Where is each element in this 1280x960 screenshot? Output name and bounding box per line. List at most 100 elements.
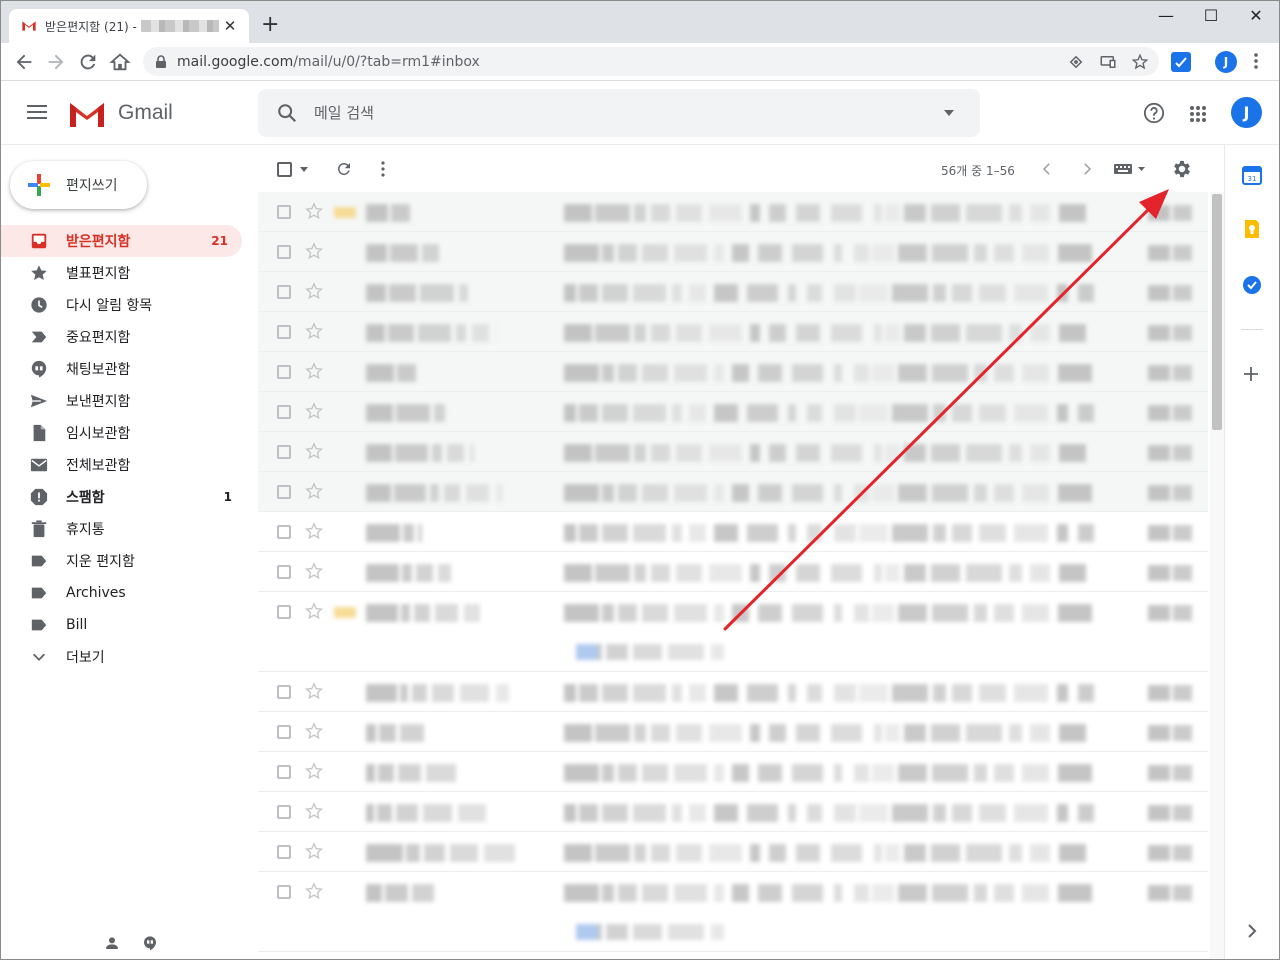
address-bar[interactable]: mail.google.com/mail/u/0/?tab=rm1#inbox: [143, 47, 1159, 76]
row-checkbox[interactable]: [277, 485, 291, 499]
nav-item-1[interactable]: 별표편지함: [1, 257, 246, 289]
row-importance-marker[interactable]: [334, 207, 356, 218]
row-star-icon[interactable]: [305, 322, 323, 340]
message-row[interactable]: [258, 832, 1208, 872]
row-star-icon[interactable]: [305, 682, 323, 700]
row-star-icon[interactable]: [305, 802, 323, 820]
account-avatar[interactable]: J: [1231, 97, 1262, 128]
row-checkbox[interactable]: [277, 285, 291, 299]
message-row[interactable]: [258, 272, 1208, 312]
contacts-person-icon[interactable]: [104, 935, 120, 951]
row-star-icon[interactable]: [305, 722, 323, 740]
home-icon[interactable]: [109, 51, 131, 73]
search-icon[interactable]: [276, 102, 298, 124]
row-checkbox[interactable]: [277, 205, 291, 219]
minimize-button[interactable]: —: [1143, 5, 1189, 27]
nav-item-4[interactable]: 채팅보관함: [1, 353, 246, 385]
message-row[interactable]: [258, 552, 1208, 592]
search-options-caret-icon[interactable]: [944, 110, 954, 116]
row-checkbox[interactable]: [277, 445, 291, 459]
row-star-icon[interactable]: [305, 442, 323, 460]
nav-item-10[interactable]: 지운 편지함: [1, 545, 246, 577]
maximize-button[interactable]: ☐: [1188, 5, 1234, 27]
cast-icon[interactable]: [1099, 53, 1117, 71]
nav-item-3[interactable]: 중요편지함: [1, 321, 246, 353]
calendar-icon[interactable]: 31: [1242, 165, 1262, 185]
message-row[interactable]: [258, 712, 1208, 752]
row-checkbox[interactable]: [277, 685, 291, 699]
row-star-icon[interactable]: [305, 242, 323, 260]
forward-arrow-icon[interactable]: [45, 51, 67, 73]
back-arrow-icon[interactable]: [13, 51, 35, 73]
row-checkbox[interactable]: [277, 605, 291, 619]
message-row[interactable]: [258, 792, 1208, 832]
row-star-icon[interactable]: [305, 842, 323, 860]
row-star-icon[interactable]: [305, 282, 323, 300]
row-checkbox[interactable]: [277, 725, 291, 739]
row-checkbox[interactable]: [277, 525, 291, 539]
get-addons-plus-icon[interactable]: [1242, 365, 1260, 383]
help-icon[interactable]: [1143, 102, 1165, 124]
row-checkbox[interactable]: [277, 805, 291, 819]
row-checkbox[interactable]: [277, 365, 291, 379]
nav-item-11[interactable]: Archives: [1, 577, 246, 609]
nav-item-12[interactable]: Bill: [1, 609, 246, 641]
site-controls-icon[interactable]: [1067, 53, 1085, 71]
reload-icon[interactable]: [77, 51, 99, 73]
message-row[interactable]: [258, 232, 1208, 272]
row-checkbox[interactable]: [277, 565, 291, 579]
row-star-icon[interactable]: [305, 482, 323, 500]
more-options-icon[interactable]: [380, 161, 386, 177]
search-input[interactable]: [314, 101, 914, 125]
nav-item-5[interactable]: 보낸편지함: [1, 385, 246, 417]
browser-menu-icon[interactable]: [1253, 52, 1259, 70]
row-star-icon[interactable]: [305, 762, 323, 780]
row-checkbox[interactable]: [277, 325, 291, 339]
older-chevron-left-icon[interactable]: [1038, 160, 1056, 178]
browser-profile-avatar[interactable]: J: [1215, 51, 1237, 73]
nav-item-7[interactable]: 전체보관함: [1, 449, 246, 481]
row-checkbox[interactable]: [277, 845, 291, 859]
google-apps-icon[interactable]: [1189, 105, 1207, 123]
row-checkbox[interactable]: [277, 885, 291, 899]
row-attachment-chip-redacted[interactable]: [576, 924, 726, 940]
hangouts-icon[interactable]: [142, 935, 158, 951]
bookmark-star-icon[interactable]: [1131, 53, 1149, 71]
message-row[interactable]: [258, 512, 1208, 552]
nav-item-0[interactable]: 받은편지함 21: [1, 225, 242, 257]
tasks-icon[interactable]: [1242, 275, 1262, 295]
input-tools-keyboard-icon[interactable]: [1113, 162, 1147, 176]
window-close-button[interactable]: ✕: [1233, 5, 1279, 27]
row-star-icon[interactable]: [305, 522, 323, 540]
message-row[interactable]: [258, 752, 1208, 792]
message-row[interactable]: [258, 472, 1208, 512]
message-row[interactable]: [258, 192, 1208, 232]
compose-button[interactable]: 편지쓰기: [10, 161, 147, 209]
new-tab-button[interactable]: +: [261, 14, 279, 36]
message-row[interactable]: [258, 672, 1208, 712]
refresh-icon[interactable]: [335, 160, 353, 178]
message-row[interactable]: [258, 312, 1208, 352]
extension-icon[interactable]: [1171, 52, 1191, 72]
nav-item-9[interactable]: 휴지통: [1, 513, 246, 545]
tab-close-icon[interactable]: ✕: [221, 17, 239, 35]
row-checkbox[interactable]: [277, 245, 291, 259]
row-importance-marker[interactable]: [334, 607, 356, 618]
message-row[interactable]: [258, 352, 1208, 392]
row-checkbox[interactable]: [277, 405, 291, 419]
select-all-checkbox[interactable]: [277, 162, 292, 177]
main-menu-icon[interactable]: [27, 104, 47, 120]
row-attachment-chip-redacted[interactable]: [576, 644, 726, 660]
nav-item-13[interactable]: 더보기: [1, 641, 246, 673]
row-star-icon[interactable]: [305, 562, 323, 580]
select-options-caret-icon[interactable]: [300, 167, 308, 172]
row-star-icon[interactable]: [305, 402, 323, 420]
nav-item-6[interactable]: 임시보관함: [1, 417, 246, 449]
browser-tab[interactable]: 받은편지함 (21) - ✕: [9, 9, 249, 43]
nav-item-2[interactable]: 다시 알림 항목: [1, 289, 246, 321]
scrollbar-thumb[interactable]: [1212, 194, 1222, 430]
row-checkbox[interactable]: [277, 765, 291, 779]
message-row[interactable]: [258, 392, 1208, 432]
row-star-icon[interactable]: [305, 602, 323, 620]
settings-gear-icon[interactable]: [1171, 158, 1193, 180]
